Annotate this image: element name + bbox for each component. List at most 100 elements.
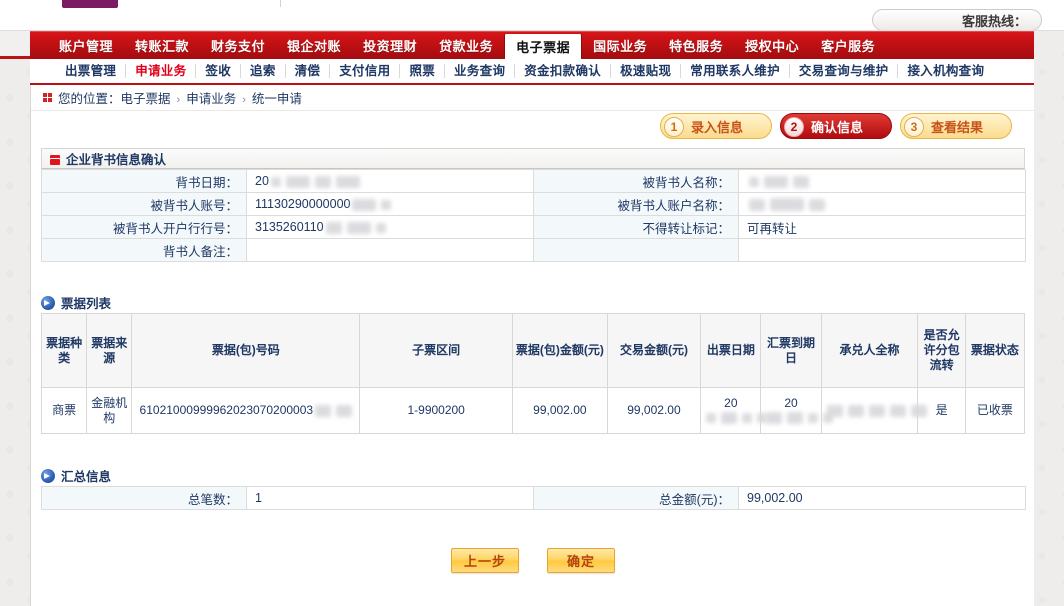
subnav-item-9[interactable]: 极速贴现 xyxy=(611,64,682,78)
mainnav-item-7[interactable]: 国际业务 xyxy=(582,32,658,59)
subnav-item-8[interactable]: 资金扣款确认 xyxy=(515,64,612,78)
bill-table-row[interactable]: 商票 金融机构 61021000999962023070200003 1-990020… xyxy=(40,387,1026,434)
mainnav-item-1[interactable]: 转账汇款 xyxy=(124,32,200,59)
subnav-item-4[interactable]: 清偿 xyxy=(286,64,331,78)
redacted-blur-block xyxy=(847,404,864,417)
due-date-cell: 20 xyxy=(760,387,834,434)
bill-list-section-title: 票据列表 xyxy=(41,293,111,312)
step-number-1: 1 xyxy=(664,117,684,137)
mainnav-item-8[interactable]: 特色服务 xyxy=(658,32,734,59)
redacted-blur-block xyxy=(706,413,717,424)
step-number-3: 3 xyxy=(904,117,924,137)
hotline-label: 客服热线： xyxy=(961,13,1027,29)
acceptor-cell xyxy=(820,387,927,434)
mainnav-item-3[interactable]: 银企对账 xyxy=(276,32,352,59)
step-number-2: 2 xyxy=(784,117,804,137)
mainnav-item-10[interactable]: 客户服务 xyxy=(810,32,886,59)
redacted-blur xyxy=(764,412,834,425)
endorsement-row-3: 背书人备注： xyxy=(41,238,1026,262)
subnav-item-5[interactable]: 支付信用 xyxy=(330,64,401,78)
redacted-blur-block xyxy=(314,175,331,188)
breadcrumb-item-0[interactable]: 电子票据 xyxy=(121,92,171,106)
redacted-blur-block xyxy=(325,221,342,234)
bank-logo[interactable]: HUBEI BANK CORPORATION LIMITED xyxy=(62,0,281,8)
mainnav-item-2[interactable]: 财务支付 xyxy=(200,32,276,59)
sub-navigation: 出票管理 申请业务 签收 追索 清偿 支付信用 照票 业务查询 资金扣款确认 极速贴现 常用联系人维… xyxy=(30,59,1034,85)
endorsement-label-right-0: 被背书人名称： xyxy=(533,169,739,193)
subnav-item-0[interactable]: 出票管理 xyxy=(56,64,127,78)
redacted-blur xyxy=(825,404,927,417)
summary-section-title: 汇总信息 xyxy=(41,466,111,485)
subnav-item-3[interactable]: 追索 xyxy=(241,64,286,78)
mainnav-item-9[interactable]: 授权中心 xyxy=(734,32,810,59)
bill-column-5: 交易金额(元) xyxy=(606,313,702,388)
bill-column-4: 票据(包)金额(元) xyxy=(512,313,608,388)
previous-step-button[interactable]: 上一步 xyxy=(451,548,519,573)
summary-section-label: 汇总信息 xyxy=(61,470,112,484)
confirm-button[interactable]: 确定 xyxy=(547,548,615,573)
arrow-circle-icon xyxy=(41,295,55,310)
endorsement-value-right-1 xyxy=(738,192,1026,216)
redacted-blur-block xyxy=(826,404,843,417)
total-amount-label: 总金额(元)： xyxy=(533,486,739,510)
bill-table-header-row: 票据种类 票据来源 票据(包)号码 子票区间 票据(包)金额(元) 交易金额(元) 出票日期… xyxy=(40,313,1026,388)
bill-number-cell: 61021000999962023070200003 xyxy=(131,387,361,434)
bank-logo-mark xyxy=(62,0,118,8)
subnav-item-2[interactable]: 签收 xyxy=(196,64,242,78)
hotline-button[interactable]: 客服热线： xyxy=(872,9,1042,30)
redacted-blur-block xyxy=(336,404,353,417)
bank-logo-english: HUBEI BANK CORPORATION LIMITED xyxy=(128,0,268,1)
bill-status-cell: 已收票 xyxy=(964,387,1026,434)
endorse-section-label: 企业背书信息确认 xyxy=(66,153,167,167)
mainnav-item-4[interactable]: 投资理财 xyxy=(352,32,428,59)
endorsement-label-right-3 xyxy=(533,238,739,262)
page-root: HUBEI BANK CORPORATION LIMITED ▮▮▮▮▯ ▮▯▮… xyxy=(0,0,1064,606)
trade-amount-cell: 99,002.00 xyxy=(606,387,702,434)
total-amount-value: 99,002.00 xyxy=(738,486,1026,510)
breadcrumb-separator: › xyxy=(176,94,181,106)
endorsement-value-left-0: 20 xyxy=(246,169,534,193)
redacted-blur-block xyxy=(764,175,788,188)
breadcrumb-items: 电子票据 › 申请业务 › 统一申请 xyxy=(121,88,302,107)
redacted-blur-block xyxy=(868,404,885,417)
step-label-3: 查看结果 xyxy=(931,119,984,135)
action-button-row: 上一步 确定 xyxy=(31,548,1035,573)
mainnav-item-5[interactable]: 贷款业务 xyxy=(428,32,504,59)
endorsement-label-right-2: 不得转让标记： xyxy=(533,215,739,239)
redacted-blur-block xyxy=(766,412,783,425)
subnav-item-10[interactable]: 常用联系人维护 xyxy=(681,64,790,78)
redacted-blur-block xyxy=(335,175,360,188)
subnav-item-7[interactable]: 业务查询 xyxy=(445,64,516,78)
issue-date-cell: 20 xyxy=(700,387,768,434)
subnav-item-12[interactable]: 接入机构查询 xyxy=(898,64,993,78)
subnav-item-6[interactable]: 照票 xyxy=(400,64,446,78)
redacted-blur xyxy=(324,221,386,234)
breadcrumb-item-1[interactable]: 申请业务 xyxy=(186,92,236,106)
endorsement-value-right-3 xyxy=(738,238,1026,262)
endorsement-row-1: 被背书人账号： 11130290000000 被背书人账户名称： xyxy=(41,192,1026,216)
subnav-item-1[interactable]: 申请业务 xyxy=(126,64,197,78)
endorsement-row-0: 背书日期： 20 被背书人名称： xyxy=(41,169,1026,193)
endorsement-label-left-1: 被背书人账号： xyxy=(41,192,247,216)
bill-list-section-label: 票据列表 xyxy=(61,297,112,311)
mainnav-item-6[interactable]: 电子票据 xyxy=(504,34,583,59)
redacted-blur xyxy=(350,198,392,211)
breadcrumb-grid-icon xyxy=(43,93,52,102)
redacted-blur-block xyxy=(375,222,386,233)
redacted-blur-block xyxy=(910,404,927,417)
summary-row: 总笔数： 1 总金额(元)： 99,002.00 xyxy=(41,486,1026,510)
endorsement-value-left-1: 11130290000000 xyxy=(246,192,534,216)
total-count-label: 总笔数： xyxy=(41,486,247,510)
bill-column-7: 汇票到期日 xyxy=(760,313,822,388)
redacted-blur-block xyxy=(270,176,281,187)
bill-amount-cell: 99,002.00 xyxy=(512,387,608,434)
subnav-item-11[interactable]: 交易查询与维护 xyxy=(790,64,899,78)
mainnav-item-0[interactable]: 账户管理 xyxy=(48,32,124,59)
redacted-blur-block xyxy=(787,412,804,425)
breadcrumb-prefix: 您的位置： xyxy=(58,92,121,106)
bill-list-table: 票据种类 票据来源 票据(包)号码 子票区间 票据(包)金额(元) 交易金额(元) 出票日期… xyxy=(40,313,1026,434)
breadcrumb: 您的位置： 电子票据 › 申请业务 › 统一申请 xyxy=(31,85,1035,111)
redacted-blur-block xyxy=(315,404,332,417)
endorsement-label-right-1: 被背书人账户名称： xyxy=(533,192,739,216)
bill-column-0: 票据种类 xyxy=(40,313,88,388)
